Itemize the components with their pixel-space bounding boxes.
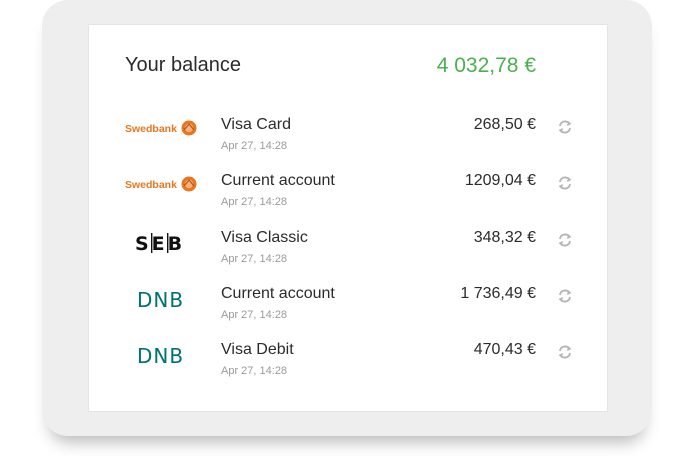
balance-card: Your balance 4 032,78 € Swedbank Visa Ca… (88, 24, 608, 412)
svg-text:Swedbank: Swedbank (125, 123, 177, 135)
account-row[interactable]: DNB Current account Apr 27, 14:28 1 736,… (89, 285, 607, 335)
svg-text:Swedbank: Swedbank (125, 179, 177, 191)
swedbank-logo: Swedbank (125, 120, 197, 136)
last-updated: Apr 27, 14:28 (221, 365, 288, 377)
account-amount: 268,50 € (473, 116, 536, 133)
account-name: Current account (221, 172, 335, 189)
refresh-icon[interactable] (554, 229, 576, 251)
dnb-logo: DNB (137, 288, 184, 311)
refresh-icon[interactable] (554, 172, 576, 194)
account-row[interactable]: DNB Visa Debit Apr 27, 14:28 470,43 € (89, 341, 607, 391)
account-amount: 1 736,49 € (460, 285, 536, 302)
account-amount: 348,32 € (473, 229, 536, 246)
swedbank-logo: Swedbank (125, 176, 197, 192)
account-row[interactable]: SEB Visa Classic Apr 27, 14:28 348,32 € (89, 229, 607, 279)
balance-total: 4 032,78 € (436, 54, 536, 77)
account-amount: 1209,04 € (464, 172, 536, 189)
last-updated: Apr 27, 14:28 (221, 309, 288, 321)
last-updated: Apr 27, 14:28 (221, 140, 288, 152)
svg-text:DNB: DNB (137, 288, 184, 311)
account-name: Visa Card (221, 116, 291, 133)
refresh-icon[interactable] (554, 116, 576, 138)
last-updated: Apr 27, 14:28 (221, 196, 288, 208)
svg-text:DNB: DNB (137, 344, 184, 367)
svg-text:SEB: SEB (135, 233, 185, 255)
balance-label: Your balance (125, 54, 242, 76)
account-row[interactable]: Swedbank Current account Apr 27, 14:28 1… (89, 172, 607, 222)
last-updated: Apr 27, 14:28 (221, 253, 288, 265)
seb-logo: SEB (135, 233, 185, 255)
account-name: Visa Classic (221, 229, 308, 246)
refresh-icon[interactable] (554, 341, 576, 363)
account-name: Current account (221, 285, 335, 302)
dnb-logo: DNB (137, 344, 184, 367)
account-row[interactable]: Swedbank Visa Card Apr 27, 14:28 268,50 … (89, 116, 607, 166)
account-name: Visa Debit (221, 341, 294, 358)
account-amount: 470,43 € (473, 341, 536, 358)
refresh-icon[interactable] (554, 285, 576, 307)
